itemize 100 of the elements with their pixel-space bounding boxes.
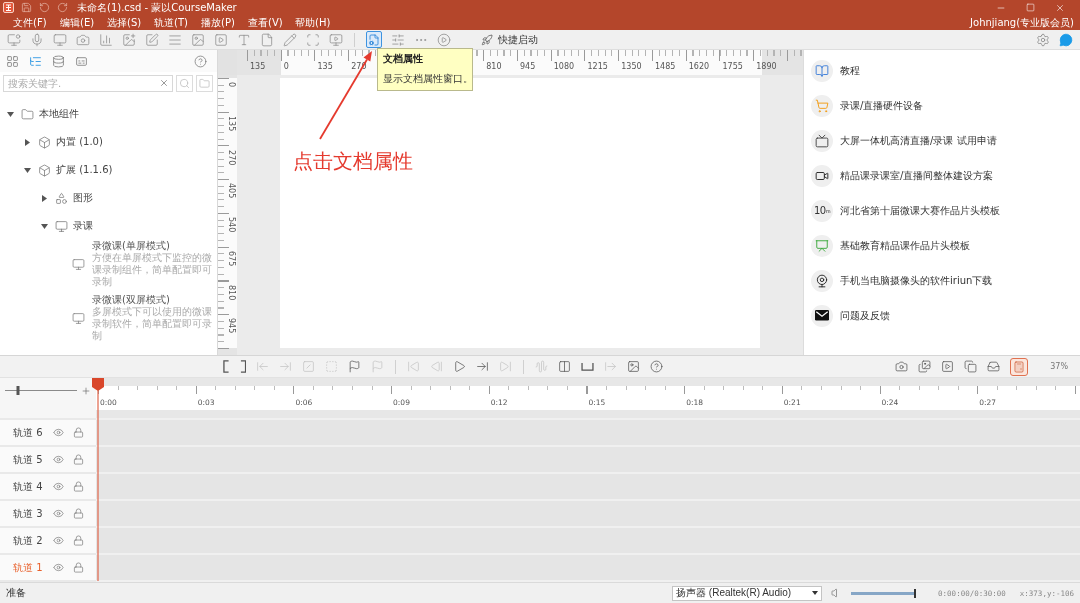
redo-icon[interactable] [57,2,68,13]
pencil-icon[interactable] [283,32,297,47]
quick-launch-button[interactable]: 快捷启动 [481,32,538,47]
images-icon[interactable] [918,360,932,373]
eye-icon[interactable] [53,454,64,465]
menu-item[interactable]: 选择(S) [105,15,152,30]
settings-icon[interactable] [1036,32,1050,47]
lock-icon[interactable] [73,454,84,465]
sliders-icon[interactable] [391,32,405,47]
zoom-slider-thumb[interactable] [16,386,20,395]
tree-item[interactable]: 录课 [73,219,93,233]
track-name[interactable]: 轨道 2 [13,533,53,548]
tree-item[interactable]: 内置 (1.0) [56,135,103,149]
right-bracket-icon[interactable] [239,360,246,373]
volume-thumb[interactable] [914,588,917,598]
eye-icon[interactable] [53,508,64,519]
help-icon[interactable] [194,54,207,68]
text-lines-icon[interactable] [168,32,182,47]
image-plus-icon[interactable] [122,32,136,47]
component-title[interactable]: 录微课(双屏模式) [92,294,214,306]
help-icon[interactable] [650,360,663,373]
database-icon[interactable] [52,54,65,68]
tree-item[interactable]: 本地组件 [39,107,79,121]
lock-icon[interactable] [73,508,84,519]
eye-icon[interactable] [53,427,64,438]
caret-down-icon[interactable] [23,166,31,174]
track-name[interactable]: 轨道 4 [13,479,53,494]
track-name[interactable]: 轨道 5 [13,452,53,467]
maximize-icon[interactable] [1026,3,1035,12]
search-button[interactable] [176,74,193,92]
captions-icon[interactable] [75,54,88,68]
lock-icon[interactable] [73,535,84,546]
component-title[interactable]: 录微课(单屏模式) [92,240,214,252]
text-tool-icon[interactable] [237,32,251,47]
caret-down-icon[interactable] [6,110,14,118]
menu-item[interactable]: 查看(V) [246,15,293,30]
lock-icon[interactable] [73,562,84,573]
left-bracket-icon[interactable] [223,360,230,373]
monitor-play-icon[interactable] [329,32,343,47]
menu-item[interactable]: 播放(P) [199,15,246,30]
caret-right-icon[interactable] [23,138,31,146]
caret-down-icon[interactable] [40,222,48,230]
chat-bubble-icon[interactable] [1059,32,1073,47]
save-icon[interactable] [21,2,32,13]
flag-icon[interactable] [348,360,361,373]
image-icon[interactable] [191,32,205,47]
columns-icon[interactable] [558,360,571,373]
grid-icon[interactable] [6,54,19,68]
arrow-right-to-line-icon[interactable] [476,360,489,373]
monitor-icon[interactable] [53,32,67,47]
user-name[interactable]: Johnjiang(专业版会员) [970,15,1080,30]
caret-right-icon[interactable] [40,194,48,202]
undo-icon[interactable] [39,2,50,13]
resource-link[interactable]: 问题及反馈 [840,308,890,323]
monitor-dot-icon[interactable] [7,32,21,47]
eye-icon[interactable] [53,481,64,492]
menu-item[interactable]: 文件(F) [11,15,58,30]
play-icon[interactable] [453,360,466,373]
menu-item[interactable]: 帮助(H) [293,15,340,30]
search-field[interactable]: 搜索关键字. [3,74,173,92]
resource-link[interactable]: 手机当电脑摄像头的软件iriun下载 [840,273,993,288]
play-circle-icon[interactable] [437,32,451,47]
track-name[interactable]: 轨道 6 [13,425,53,440]
frame-icon[interactable] [306,32,320,47]
lock-icon[interactable] [73,427,84,438]
resource-link[interactable]: 录课/直播硬件设备 [840,98,924,113]
menu-item[interactable]: 轨道(T) [152,15,199,30]
file-icon[interactable] [260,32,274,47]
resource-link[interactable]: 精品课录课室/直播间整体建设方案 [840,168,994,183]
lock-icon[interactable] [73,481,84,492]
track-name[interactable]: 轨道 3 [13,506,53,521]
edit-square-icon[interactable] [145,32,159,47]
resource-link[interactable]: 教程 [840,63,860,78]
camera-icon[interactable] [895,360,909,373]
tree-item[interactable]: 扩展 (1.1.6) [56,163,113,177]
copy-icon[interactable] [964,360,978,373]
menu-item[interactable]: 编辑(E) [58,15,105,30]
resource-link[interactable]: 河北省第十届微课大赛作品片头模板 [840,203,1000,218]
book-icon [811,59,833,82]
image-icon[interactable] [627,360,640,373]
resource-link[interactable]: 基础教育精品课作品片头模板 [840,238,970,253]
microphone-icon[interactable] [30,32,44,47]
camera-icon[interactable] [76,32,90,47]
play-square-icon[interactable] [214,32,228,47]
bar-chart-icon[interactable] [99,32,113,47]
play-square-icon[interactable] [941,360,955,373]
view-toggle-button[interactable] [1010,357,1029,376]
close-icon[interactable] [1055,2,1065,13]
tray-icon[interactable] [987,360,1001,373]
document-properties-button[interactable] [366,31,382,48]
clear-icon[interactable] [159,77,169,88]
tree-list-icon[interactable] [29,54,42,68]
audio-device-dropdown[interactable]: 扬声器 (Realtek(R) Audio) [672,585,823,601]
open-folder-button[interactable] [196,74,213,92]
tree-item[interactable]: 图形 [73,191,93,205]
bottom-bracket-icon[interactable] [581,361,594,372]
resource-link[interactable]: 大屏一体机高清直播/录课 试用申请 [840,133,997,148]
eye-icon[interactable] [53,535,64,546]
eye-icon[interactable] [53,562,64,573]
zoom-in-icon[interactable] [81,386,91,396]
